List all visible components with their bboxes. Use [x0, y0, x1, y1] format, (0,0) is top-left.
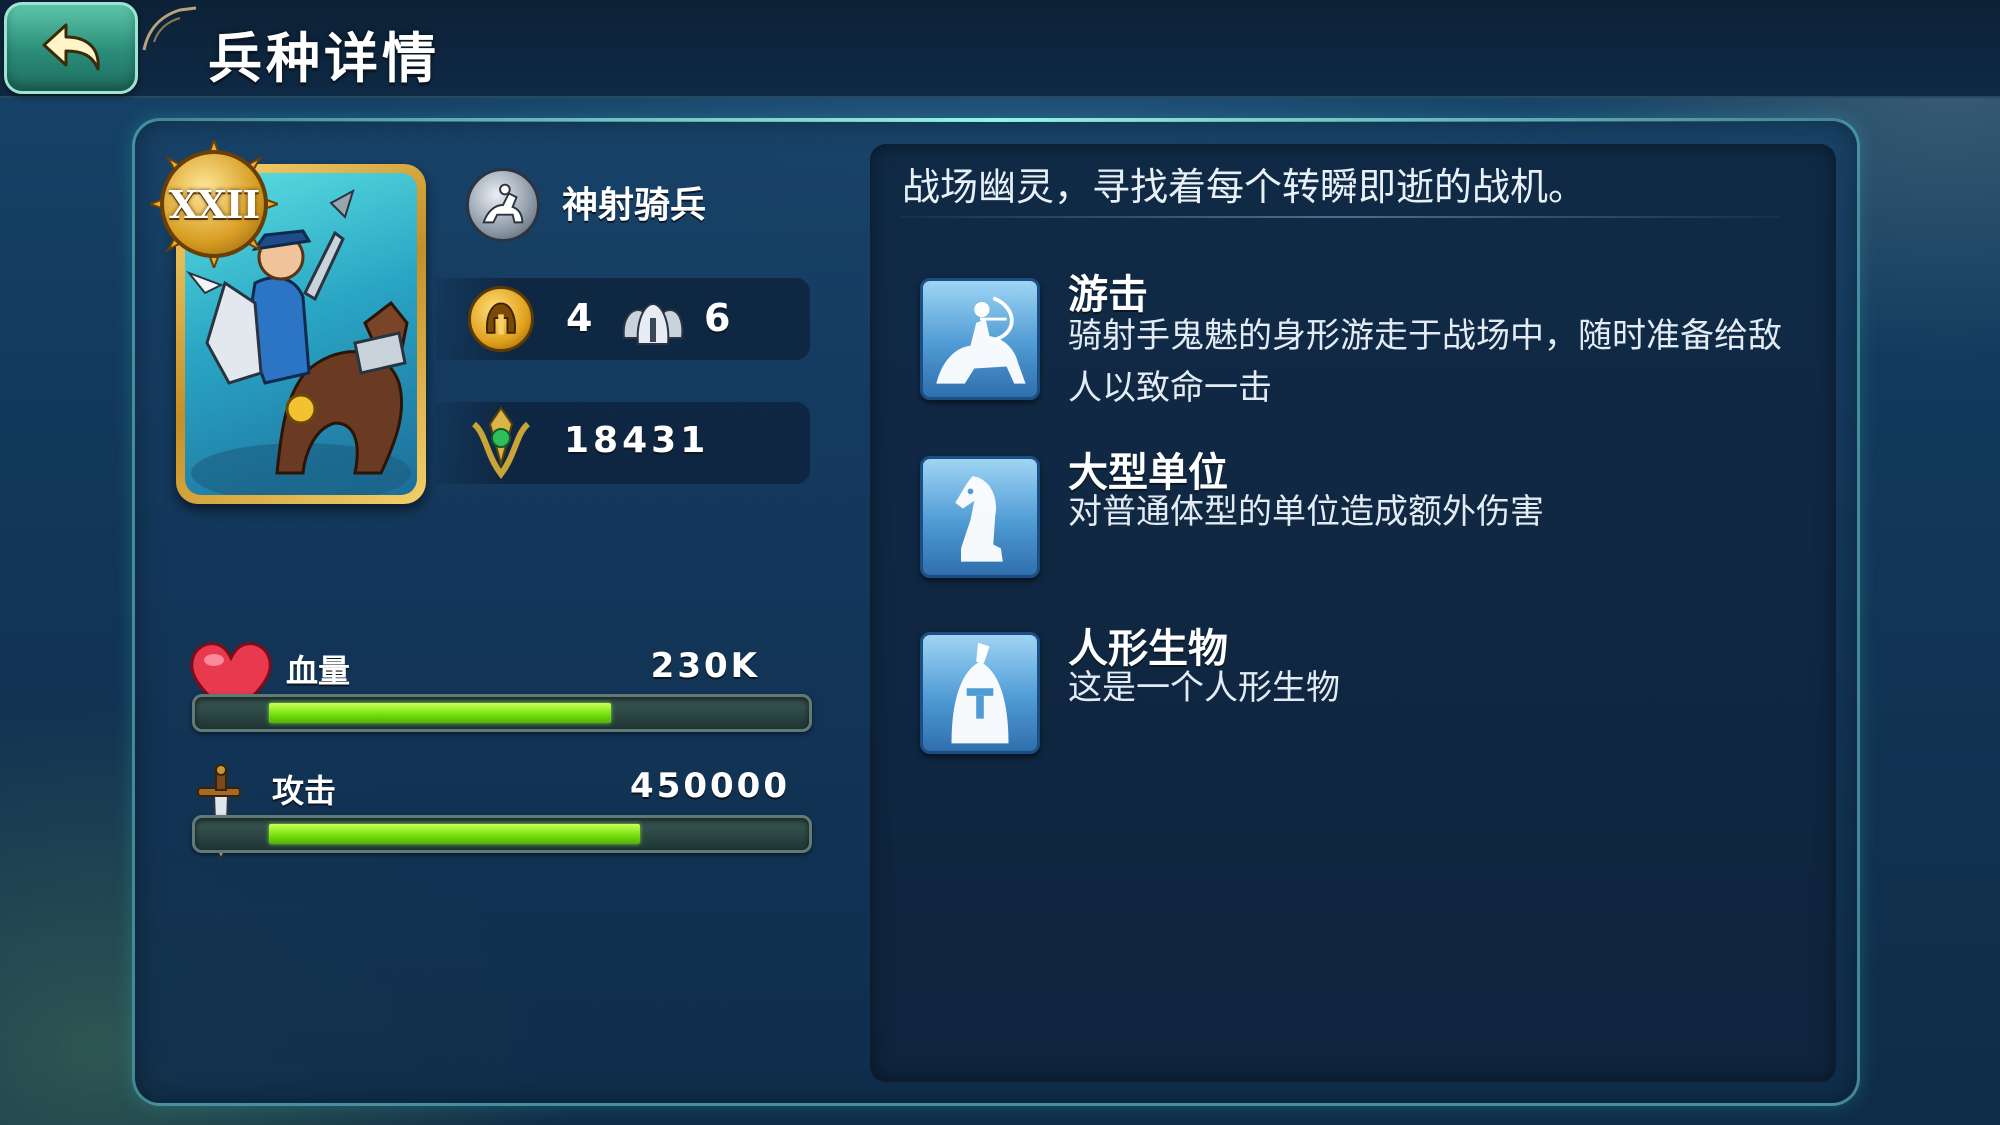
- back-arrow-icon: [42, 23, 100, 71]
- knight-helmet-icon: [920, 632, 1040, 754]
- flavor-text: 战场幽灵，寻找着每个转瞬即逝的战机。: [902, 165, 1587, 209]
- rank-badge: XXII: [150, 140, 278, 268]
- helmet-icon: [468, 286, 534, 352]
- attack-bar: [192, 815, 812, 853]
- rank-numeral: XXII: [168, 181, 261, 227]
- power-value: 18431: [564, 420, 710, 461]
- chess-knight-icon: [920, 456, 1040, 578]
- hp-value: 230K: [650, 646, 760, 686]
- mounted-archer-icon: [466, 168, 540, 242]
- trait-desc: 骑射手鬼魅的身形游走于战场中，随时准备给敌人以致命一击: [1068, 316, 1782, 408]
- page-title: 兵种详情: [208, 27, 440, 90]
- squad-value: 6: [704, 296, 731, 340]
- trait-desc: 对普通体型的单位造成额外伤害: [1068, 492, 1544, 532]
- title-ornament-icon: [142, 6, 197, 51]
- horse-archer-icon: [920, 278, 1040, 400]
- back-button[interactable]: [4, 2, 138, 94]
- squad-helmets-icon: [622, 302, 684, 345]
- hp-bar-fill: [269, 703, 611, 723]
- attack-value: 450000: [630, 766, 790, 806]
- tier-value: 4: [566, 296, 593, 340]
- attack-bar-fill: [269, 824, 640, 844]
- power-crest-icon: [471, 406, 531, 480]
- divider: [900, 216, 1780, 218]
- hp-label: 血量: [286, 652, 351, 690]
- attack-label: 攻击: [272, 772, 337, 810]
- trait-desc: 这是一个人形生物: [1068, 668, 1340, 708]
- unit-name: 神射骑兵: [562, 185, 707, 226]
- rank-ring: XXII: [160, 150, 268, 258]
- hp-bar: [192, 694, 812, 732]
